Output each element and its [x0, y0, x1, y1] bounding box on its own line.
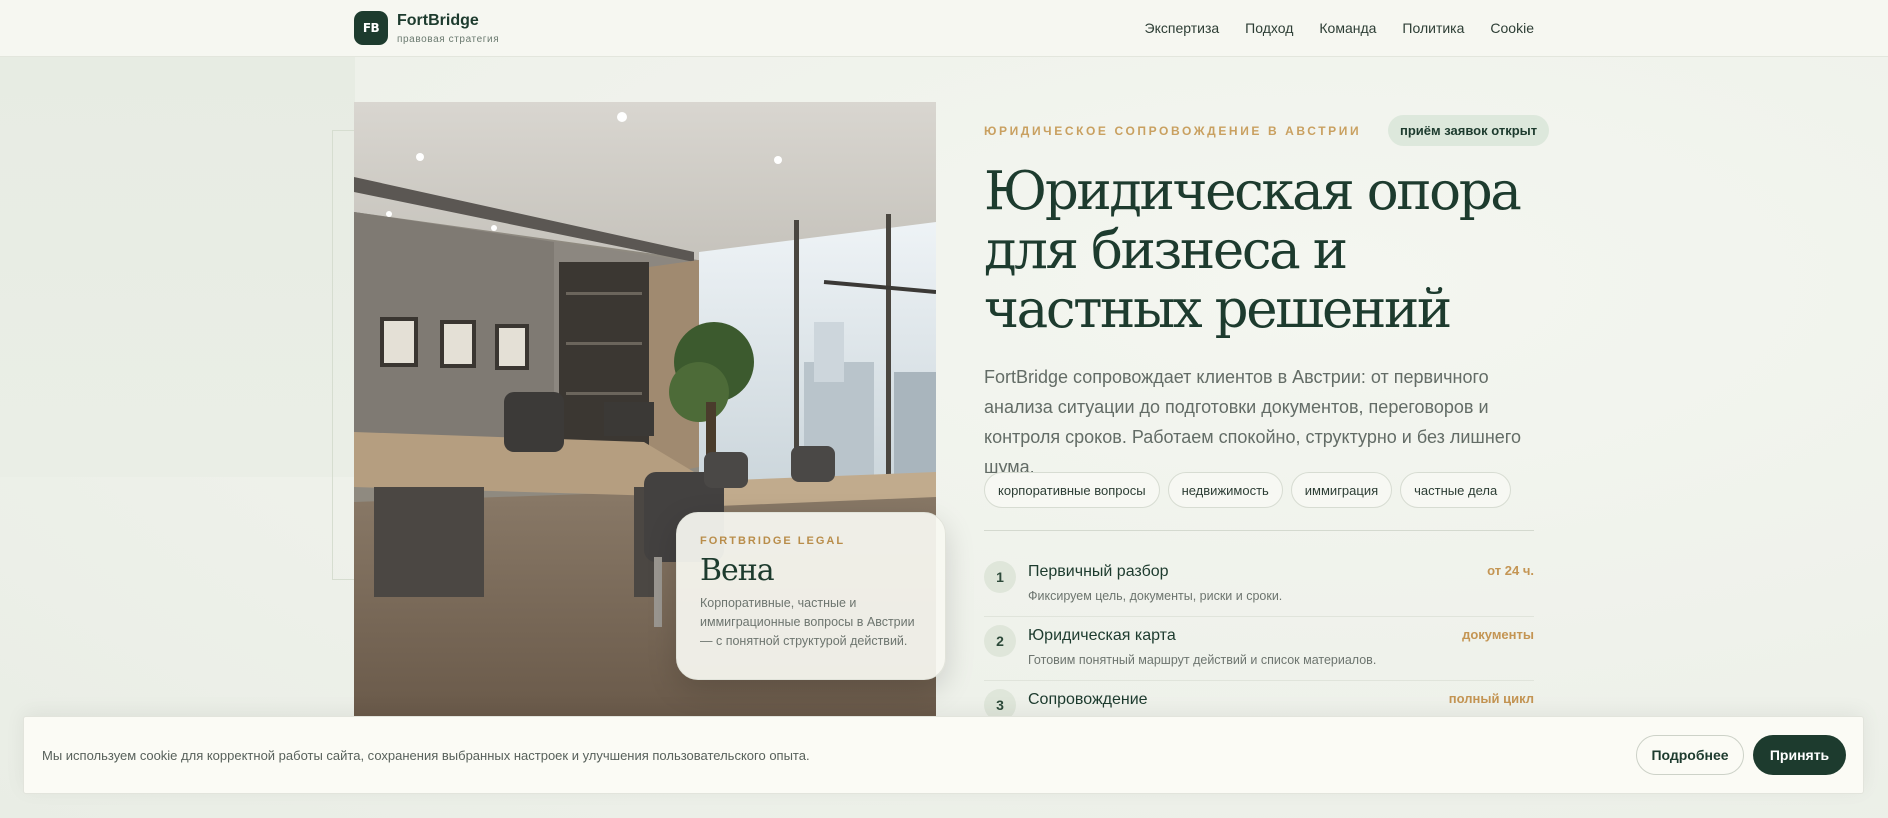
left-background-panel — [0, 57, 355, 477]
cookie-accept-button[interactable]: Принять — [1753, 735, 1846, 775]
hero-kicker: ЮРИДИЧЕСКОЕ СОПРОВОЖДЕНИЕ В АВСТРИИ — [984, 124, 1362, 138]
step-item: 1 Первичный разбор Фиксируем цель, докум… — [984, 553, 1534, 617]
nav-link-expertise[interactable]: Экспертиза — [1145, 20, 1220, 36]
decorative-frame — [332, 130, 356, 580]
main-nav: Экспертиза Подход Команда Политика Cooki… — [1145, 20, 1534, 36]
divider — [984, 530, 1534, 531]
brand-tagline: правовая стратегия — [397, 34, 500, 45]
cookie-more-button[interactable]: Подробнее — [1636, 735, 1744, 775]
nav-link-team[interactable]: Команда — [1319, 20, 1376, 36]
step-description: Готовим понятный маршрут действий и спис… — [1028, 653, 1377, 667]
card-description: Корпоративные, частные и иммиграционные … — [700, 596, 915, 648]
step-number: 2 — [984, 625, 1016, 657]
chip-private[interactable]: частные дела — [1400, 472, 1512, 508]
hero-lead: FortBridge сопровождает клиентов в Австр… — [984, 367, 1521, 477]
page-title: Юридическая опора для бизнеса и частных … — [984, 162, 1544, 339]
nav-link-policy[interactable]: Политика — [1402, 20, 1464, 36]
step-title: Юридическая карта — [1028, 627, 1176, 644]
card-kicker: FORTBRIDGE LEGAL — [700, 535, 846, 547]
step-description: Фиксируем цель, документы, риски и сроки… — [1028, 589, 1283, 603]
step-title: Сопровождение — [1028, 691, 1148, 708]
status-badge: приём заявок открыт — [1388, 115, 1550, 146]
chip-immigration[interactable]: иммиграция — [1290, 472, 1393, 508]
chip-real-estate[interactable]: недвижимость — [1167, 472, 1283, 508]
card-city: Вена — [700, 553, 775, 588]
chip-corporate[interactable]: корпоративные вопросы — [984, 472, 1160, 508]
title-line-2: для бизнеса и — [984, 220, 1348, 281]
nav-link-cookie[interactable]: Cookie — [1490, 20, 1534, 36]
step-meta: документы — [1462, 627, 1534, 642]
title-line-1: Юридическая опора — [984, 161, 1522, 222]
cookie-banner: Мы используем cookie для корректной рабо… — [23, 716, 1864, 794]
practice-chips: корпоративные вопросы недвижимость иммиг… — [984, 472, 1512, 508]
step-title: Первичный разбор — [1028, 563, 1169, 580]
step-meta: от 24 ч. — [1487, 563, 1534, 578]
step-meta: полный цикл — [1448, 691, 1534, 706]
step-number: 1 — [984, 561, 1016, 593]
brand-name[interactable]: FortBridge — [397, 12, 479, 30]
office-info-card: FORTBRIDGE LEGAL Вена Корпоративные, час… — [676, 512, 946, 680]
nav-link-approach[interactable]: Подход — [1245, 20, 1293, 36]
title-line-3: частных решений — [984, 279, 1452, 340]
logo-mark[interactable]: FB — [354, 11, 388, 45]
cookie-text: Мы используем cookie для корректной рабо… — [42, 748, 810, 763]
step-item: 2 Юридическая карта Готовим понятный мар… — [984, 617, 1534, 681]
site-header: FB FortBridge правовая стратегия Эксперт… — [0, 0, 1888, 57]
